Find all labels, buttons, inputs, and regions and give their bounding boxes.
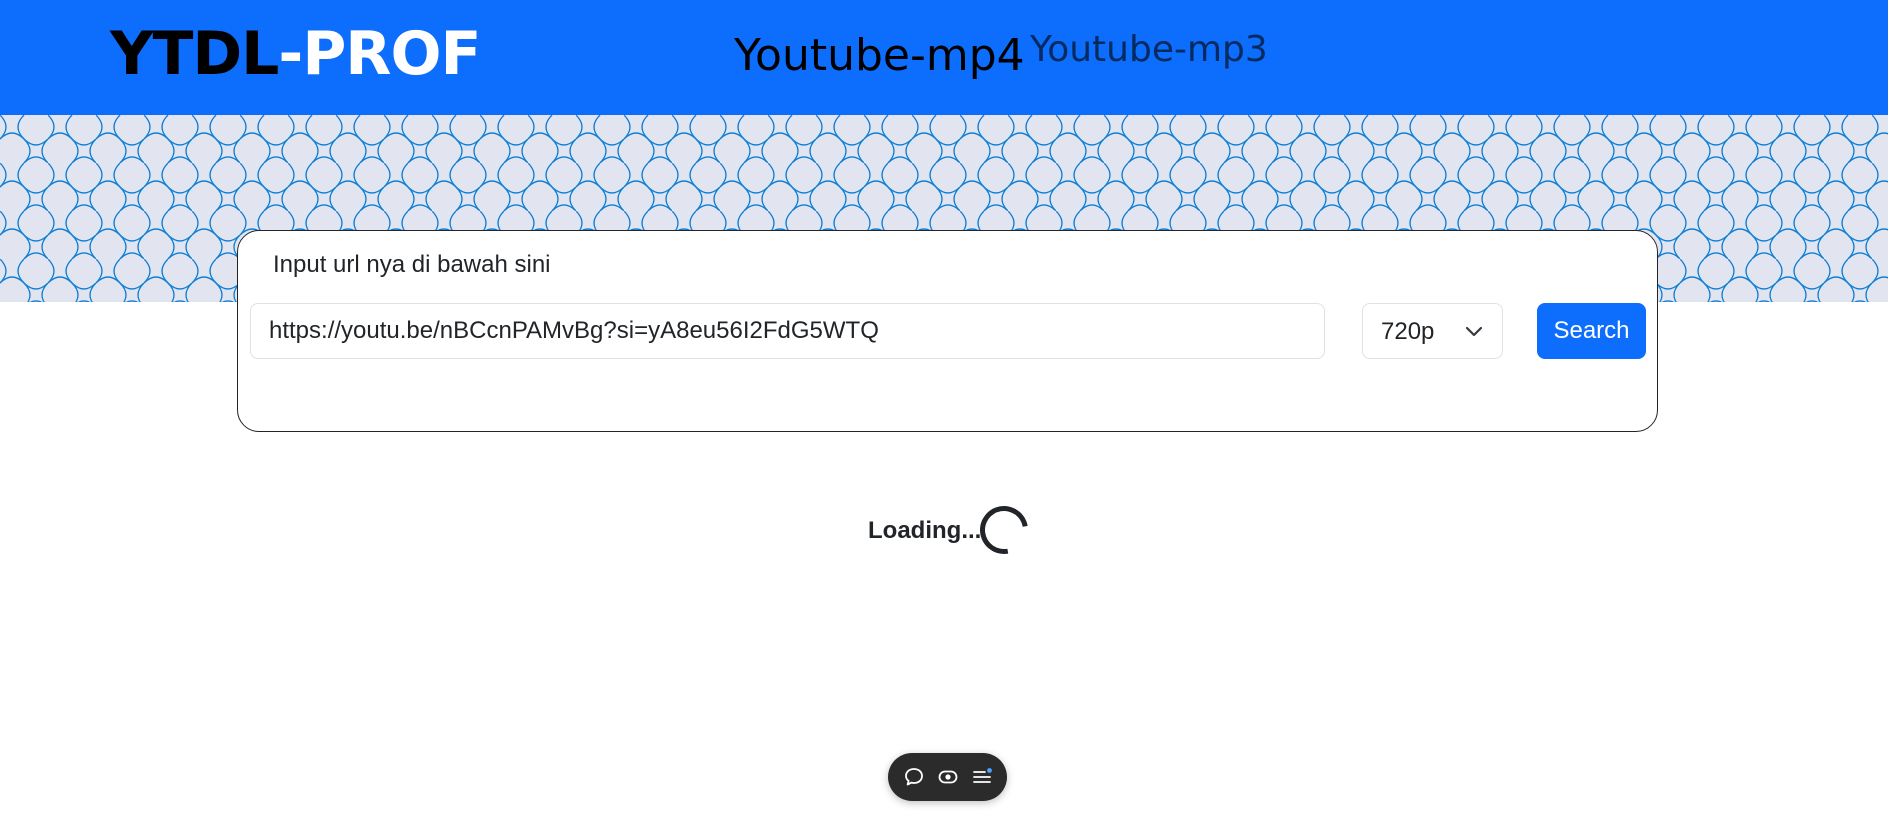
- eye-icon[interactable]: [936, 765, 960, 789]
- chevron-down-icon: [1464, 322, 1484, 342]
- floating-toolbar: [888, 753, 1007, 801]
- navbar: YTDL-PROF Youtube-mp4 Youtube-mp3: [0, 0, 1888, 115]
- loading-text: Loading...: [868, 517, 982, 544]
- menu-icon[interactable]: [970, 765, 994, 789]
- resolution-selected-value: 720p: [1381, 318, 1435, 345]
- url-input[interactable]: [250, 303, 1325, 359]
- resolution-select[interactable]: 720p: [1362, 303, 1503, 359]
- nav-link-youtube-mp3[interactable]: Youtube-mp3: [1030, 28, 1268, 72]
- brand-part-ytdl: YTDL: [110, 19, 279, 89]
- url-input-card: Input url nya di bawah sini 720p Search: [237, 230, 1658, 432]
- brand-logo[interactable]: YTDL-PROF: [110, 18, 482, 90]
- nav-link-youtube-mp4[interactable]: Youtube-mp4: [734, 30, 1025, 82]
- spinner-icon: [970, 496, 1038, 564]
- brand-part-prof: -PROF: [278, 19, 481, 89]
- search-button[interactable]: Search: [1537, 303, 1646, 359]
- url-input-label: Input url nya di bawah sini: [273, 251, 551, 278]
- chat-icon[interactable]: [902, 765, 926, 789]
